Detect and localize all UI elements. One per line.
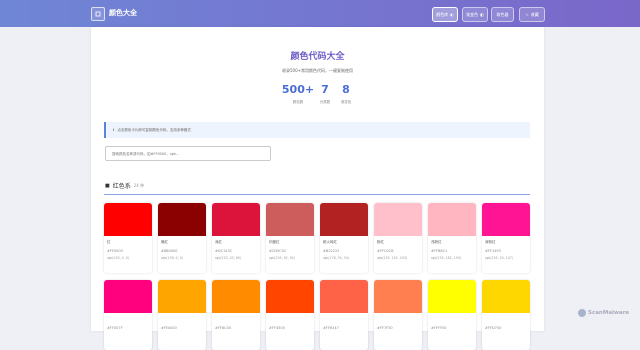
color-card[interactable]: 印度红 #CD5C5C rgb(205, 92, 92) xyxy=(266,203,314,273)
stat-categories-value: 7 xyxy=(321,83,329,96)
color-hex: #FF4500 xyxy=(269,326,285,330)
color-hex: #FF0000 xyxy=(107,249,123,253)
color-swatch xyxy=(266,280,314,313)
color-hex: #FF6347 xyxy=(323,326,339,330)
nav-favorites-button[interactable]: ☆ 收藏 xyxy=(519,7,545,22)
color-hex: #FF8C00 xyxy=(215,326,232,330)
color-rgb: rgb(255, 182, 193) xyxy=(431,256,462,260)
nav-picker-button[interactable]: 取色器 xyxy=(491,7,514,22)
section-count: 24 种 xyxy=(133,182,145,188)
info-icon: ℹ xyxy=(113,128,115,132)
logo-text[interactable]: 颜色大全 xyxy=(109,8,137,18)
nav-favorites-label: 收藏 xyxy=(530,11,539,17)
color-name: 浅粉红 xyxy=(431,240,442,244)
main-card: 颜色代码大全 收录500+常用颜色代码，一键复制使用 500+ 颜色数 7 分类… xyxy=(91,27,544,350)
stat-colors-value: 500+ xyxy=(281,83,315,96)
color-name: 耐火砖红 xyxy=(323,240,337,244)
tip-banner: ℹ 点击颜色卡片即可复制颜色代码，支持多种格式 xyxy=(104,122,530,138)
color-swatch xyxy=(158,280,206,313)
palette-icon: ◐ xyxy=(450,12,454,17)
color-swatch xyxy=(374,203,422,236)
color-rgb: rgb(178, 34, 34) xyxy=(323,256,350,260)
color-name: 印度红 xyxy=(269,240,280,244)
color-rgb: rgb(255, 0, 0) xyxy=(107,256,129,260)
stat-categories-label: 分类数 xyxy=(319,100,331,104)
color-card[interactable]: #FF7F50 xyxy=(374,280,422,350)
stat-colors-label: 颜色数 xyxy=(292,100,304,104)
watermark: ScanMalware xyxy=(578,309,629,317)
color-swatch xyxy=(266,203,314,236)
color-name: 红 xyxy=(107,240,111,244)
color-card[interactable]: 耐火砖红 #B22222 rgb(178, 34, 34) xyxy=(320,203,368,273)
color-card[interactable]: 暗红 #8B0000 rgb(139, 0, 0) xyxy=(158,203,206,273)
nav-gradients-button[interactable]: 渐变色 ◧ xyxy=(462,7,488,22)
color-swatch xyxy=(374,280,422,313)
watermark-icon xyxy=(578,309,586,317)
color-name: 深红 xyxy=(215,240,222,244)
color-card[interactable]: #FFA500 xyxy=(158,280,206,350)
color-card[interactable]: #FFD700 xyxy=(482,280,530,350)
gradient-icon: ◧ xyxy=(480,12,484,17)
color-card[interactable]: #FF4500 xyxy=(266,280,314,350)
search-input[interactable] xyxy=(105,146,271,161)
color-rgb: rgb(205, 92, 92) xyxy=(269,256,296,260)
color-swatch xyxy=(212,203,260,236)
color-swatch xyxy=(428,203,476,236)
color-swatch xyxy=(482,280,530,313)
square-icon: ■ xyxy=(105,182,110,189)
section-divider xyxy=(104,194,530,195)
color-name: 暗红 xyxy=(161,240,168,244)
nav-picker-label: 取色器 xyxy=(496,11,509,17)
color-card[interactable]: 红 #FF0000 rgb(255, 0, 0) xyxy=(104,203,152,273)
color-swatch xyxy=(428,280,476,313)
color-rgb: rgb(255, 20, 147) xyxy=(485,256,514,260)
color-card[interactable]: 深红 #DC143C rgb(220, 20, 60) xyxy=(212,203,260,273)
color-hex: #CD5C5C xyxy=(269,249,287,253)
color-card[interactable]: #FF8C00 xyxy=(212,280,260,350)
nav-colors-button[interactable]: 颜色库 ◐ xyxy=(432,7,458,22)
tip-text: 点击颜色卡片即可复制颜色代码，支持多种格式 xyxy=(117,127,191,132)
color-swatch xyxy=(158,203,206,236)
color-swatch xyxy=(212,280,260,313)
color-hex: #FF007F xyxy=(107,326,123,330)
section-header: ■ 红色系 24 种 xyxy=(105,181,145,191)
watermark-text: ScanMalware xyxy=(588,310,630,316)
color-swatch xyxy=(320,280,368,313)
top-navbar: 颜色大全 颜色库 ◐ 渐变色 ◧ 取色器 ☆ 收藏 xyxy=(0,0,640,27)
section-title: 红色系 xyxy=(112,183,131,190)
color-rgb: rgb(220, 20, 60) xyxy=(215,256,242,260)
color-swatch xyxy=(482,203,530,236)
color-hex: #8B0000 xyxy=(161,249,178,253)
color-hex: #FFA500 xyxy=(161,326,177,330)
color-rgb: rgb(139, 0, 0) xyxy=(161,256,183,260)
page-title: 颜色代码大全 xyxy=(290,52,345,62)
color-card[interactable]: #FFFF00 xyxy=(428,280,476,350)
color-hex: #B22222 xyxy=(323,249,340,253)
color-name: 粉红 xyxy=(377,240,384,244)
star-icon: ☆ xyxy=(525,12,529,17)
page-subtitle: 收录500+常用颜色代码，一键复制使用 xyxy=(282,68,353,73)
nav-gradients-label: 渐变色 xyxy=(466,11,479,17)
nav-colors-label: 颜色库 xyxy=(436,11,449,17)
color-swatch xyxy=(320,203,368,236)
color-hex: #FFD700 xyxy=(485,326,502,330)
color-hex: #FFC0CB xyxy=(377,249,394,253)
color-hex: #FFB6C1 xyxy=(431,249,448,253)
color-name: 深粉红 xyxy=(485,240,496,244)
color-swatch xyxy=(104,280,152,313)
color-hex: #DC143C xyxy=(215,249,233,253)
logo-icon[interactable] xyxy=(91,7,105,21)
color-hex: #FF7F50 xyxy=(377,326,393,330)
color-card[interactable]: 粉红 #FFC0CB rgb(255, 192, 203) xyxy=(374,203,422,273)
stat-gradients-label: 渐变色 xyxy=(340,100,352,104)
color-card[interactable]: #FF6347 xyxy=(320,280,368,350)
color-rgb: rgb(255, 192, 203) xyxy=(377,256,408,260)
color-card[interactable]: #FF007F xyxy=(104,280,152,350)
color-hex: #FF1493 xyxy=(485,249,501,253)
color-swatch xyxy=(104,203,152,236)
color-card[interactable]: 深粉红 #FF1493 rgb(255, 20, 147) xyxy=(482,203,530,273)
stat-gradients-value: 8 xyxy=(342,83,350,96)
color-card[interactable]: 浅粉红 #FFB6C1 rgb(255, 182, 193) xyxy=(428,203,476,273)
color-hex: #FFFF00 xyxy=(431,326,447,330)
